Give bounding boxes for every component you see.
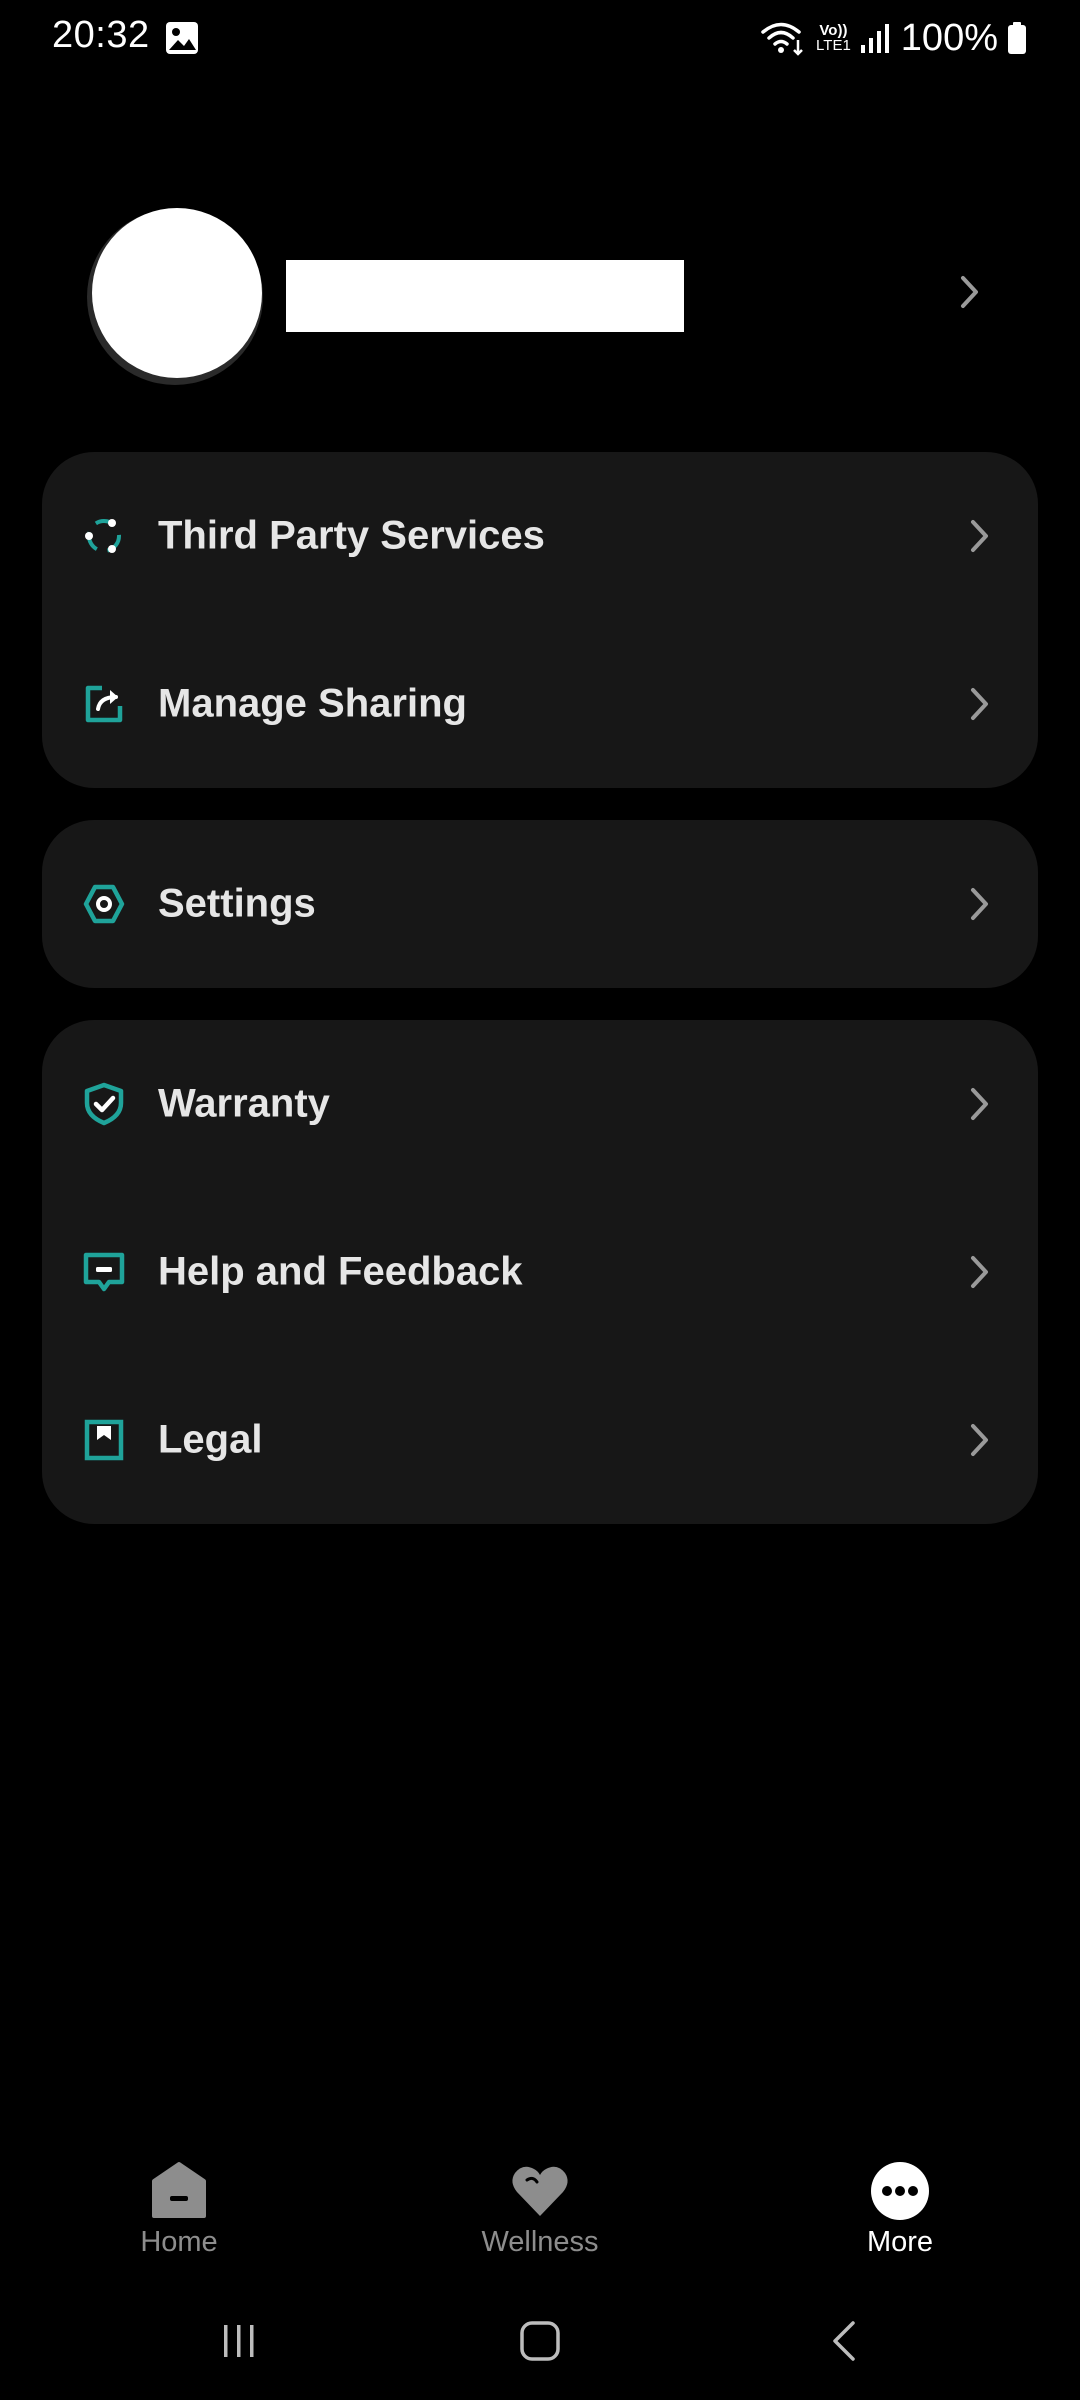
nav-item-more[interactable]: More [780,2140,1020,2270]
status-time: 20:32 [52,14,150,56]
menu-label: Manage Sharing [158,681,467,726]
menu-card-services: Third Party Services Manage Sharing [42,452,1038,788]
nav-label: More [866,2226,934,2258]
chevron-right-icon [971,688,988,720]
bottom-navigation: Home Wellness More [0,2140,1080,2280]
chevron-right-icon [971,1256,988,1288]
menu-item-warranty[interactable]: Warranty [42,1020,1038,1188]
wifi-icon [761,22,803,56]
nav-item-wellness[interactable]: Wellness [420,2140,660,2270]
chevron-right-icon [971,520,988,552]
recent-apps-button[interactable] [204,2306,274,2376]
shield-check-icon [84,1082,124,1126]
menu-label: Third Party Services [158,513,545,558]
volte-line1: Vo)) [819,22,848,39]
menu-label: Warranty [158,1081,330,1126]
menu-card-settings: Settings [42,820,1038,988]
chevron-right-icon [971,888,988,920]
home-button[interactable] [505,2306,575,2376]
menu-label: Legal [158,1417,263,1462]
system-navigation-bar [0,2282,1080,2400]
nav-label: Home [140,2226,218,2258]
avatar[interactable] [92,208,262,378]
signal-icon [860,24,889,53]
volte-line2: LTE1 [816,37,851,54]
volte-icon: Vo)) LTE1 [816,23,851,53]
share-icon [85,685,123,723]
home-icon [152,2162,206,2218]
more-icon [871,2162,929,2220]
profile-name [286,260,684,332]
third-party-services-icon [85,519,121,553]
status-icons: Vo)) LTE1 100% [760,14,1028,62]
back-button[interactable] [810,2306,880,2376]
back-icon [833,2321,855,2361]
chevron-right-icon [971,1424,988,1456]
feedback-icon [83,1252,125,1292]
menu-item-legal[interactable]: Legal [42,1356,1038,1524]
legal-icon [84,1419,124,1461]
menu-label: Settings [158,881,316,926]
heart-icon [512,2166,568,2216]
gallery-icon [166,22,198,54]
menu-item-help-and-feedback[interactable]: Help and Feedback [42,1188,1038,1356]
nav-item-home[interactable]: Home [59,2140,299,2270]
nav-label: Wellness [481,2226,599,2258]
menu-card-support: Warranty Help and Feedback Legal [42,1020,1038,1524]
status-bar: 20:32 Vo)) LTE1 100% [0,0,1080,76]
chevron-right-icon [971,1088,988,1120]
menu-item-third-party-services[interactable]: Third Party Services [42,452,1038,620]
menu-label: Help and Feedback [158,1249,523,1294]
settings-icon [83,884,125,924]
menu-item-settings[interactable]: Settings [42,820,1038,988]
battery-icon [1008,22,1026,54]
profile-chevron-right-icon[interactable] [958,274,982,310]
menu-item-manage-sharing[interactable]: Manage Sharing [42,620,1038,788]
profile-row[interactable] [0,200,1080,380]
recent-apps-icon [224,2325,254,2357]
home-square-icon [520,2321,560,2361]
battery-percentage: 100% [900,16,998,59]
